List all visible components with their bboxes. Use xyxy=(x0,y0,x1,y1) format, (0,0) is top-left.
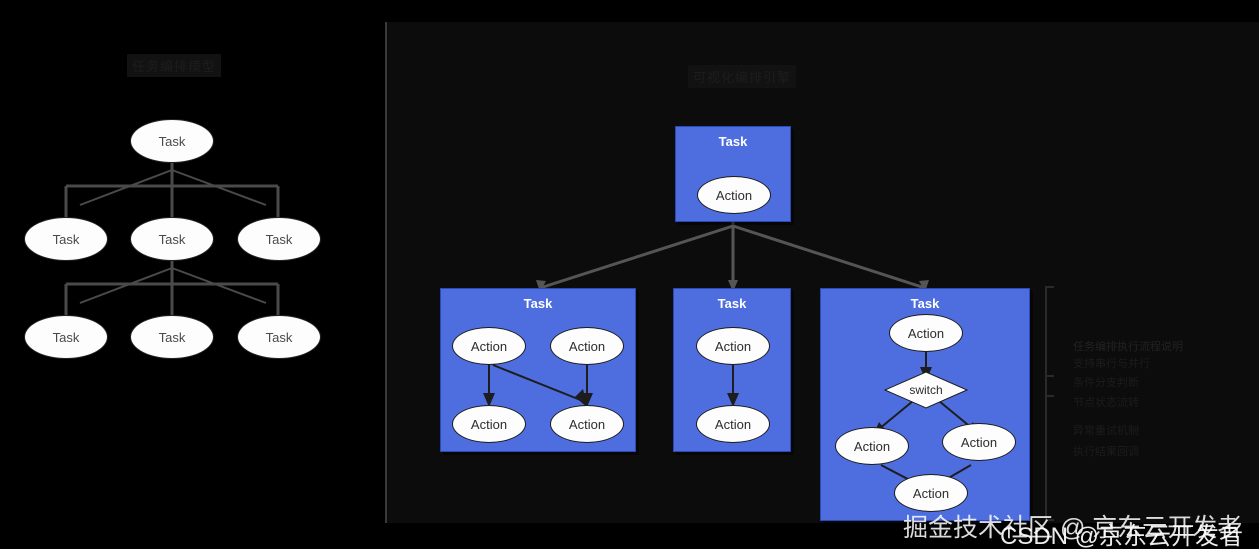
task-box-child-2[interactable]: Task Action Action xyxy=(673,288,791,452)
action-node-c3-3[interactable]: Action xyxy=(942,423,1016,461)
annotation-line-6: 执行结果回调 xyxy=(1073,446,1139,458)
task-box-child-1[interactable]: Task Action Action Action Action xyxy=(440,288,636,452)
action-node-c2-1[interactable]: Action xyxy=(696,327,770,365)
tree-node-root[interactable]: Task xyxy=(130,119,214,163)
right-panel-heading: 可视化编排引擎 xyxy=(688,65,797,88)
tree-node-level3-2[interactable]: Task xyxy=(130,315,214,359)
annotation-bracket-tick-top xyxy=(1045,286,1054,288)
action-node-c1-2[interactable]: Action xyxy=(550,327,624,365)
task-box-child-3[interactable]: Task Action switch Action Action Action xyxy=(820,288,1030,521)
left-panel xyxy=(0,0,385,549)
tree-node-level3-3[interactable]: Task xyxy=(237,315,321,359)
action-node-c3-2[interactable]: Action xyxy=(835,427,909,465)
tree-node-level2-3[interactable]: Task xyxy=(237,217,321,261)
switch-node-label: switch xyxy=(909,383,943,397)
annotation-bracket-tick-mid xyxy=(1045,375,1054,377)
tree-node-level2-2[interactable]: Task xyxy=(130,217,214,261)
annotation-line-3: 条件分支判断 xyxy=(1073,377,1139,389)
tree-node-level3-1[interactable]: Task xyxy=(24,315,108,359)
annotation-bracket-tick-bottom xyxy=(1045,519,1054,521)
switch-node-c3[interactable]: switch xyxy=(884,371,968,409)
annotation-line-5: 异常重试机制 xyxy=(1073,425,1139,437)
action-node-c1-3[interactable]: Action xyxy=(452,405,526,443)
action-node-c3-1[interactable]: Action xyxy=(889,314,963,352)
panel-divider xyxy=(385,22,387,523)
annotation-bracket-tick-mid2 xyxy=(1045,395,1054,397)
annotation-line-4: 节点状态流转 xyxy=(1073,397,1139,409)
action-node-c3-4[interactable]: Action xyxy=(894,474,968,512)
left-panel-heading: 任务编排模型 xyxy=(127,54,222,77)
task-box-root-title: Task xyxy=(718,134,748,149)
task-box-root[interactable]: Task Action xyxy=(675,126,791,222)
action-node-root-1[interactable]: Action xyxy=(697,176,771,214)
action-node-c2-2[interactable]: Action xyxy=(696,405,770,443)
action-node-c1-4[interactable]: Action xyxy=(550,405,624,443)
annotation-bracket xyxy=(1045,286,1047,520)
annotation-line-2: 支持串行与并行 xyxy=(1073,358,1150,370)
action-node-c1-1[interactable]: Action xyxy=(452,327,526,365)
diagram-canvas: 任务编排模型 Task Task Task Task Task Task Tas… xyxy=(0,0,1259,549)
tree-node-level2-1[interactable]: Task xyxy=(24,217,108,261)
annotation-line-1: 任务编排执行流程说明 xyxy=(1073,341,1183,353)
